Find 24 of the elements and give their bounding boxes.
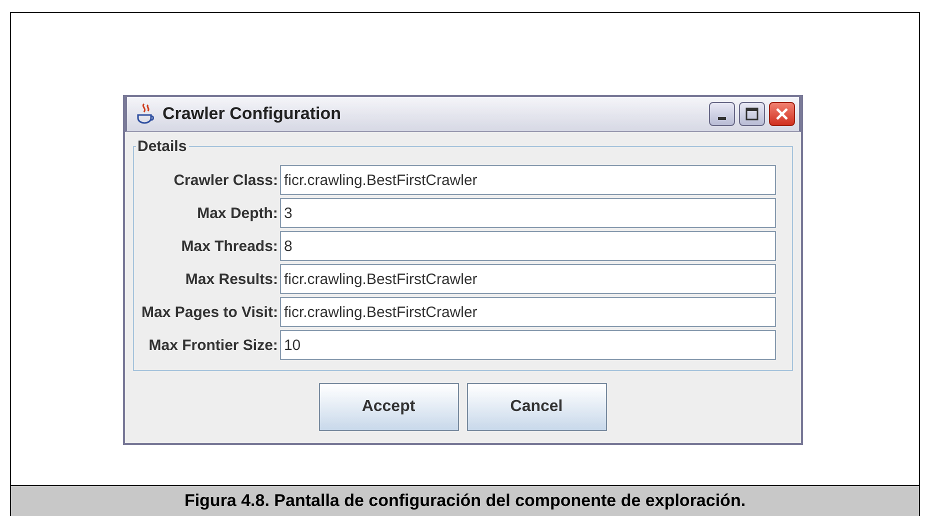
window-title: Crawler Configuration — [162, 104, 342, 124]
input-field[interactable]: ficr.crawling.BestFirstCrawler — [280, 264, 776, 294]
minimize-icon — [718, 117, 726, 120]
cancel-button[interactable]: Cancel — [466, 383, 606, 431]
figure-caption: Figura 4.8. Pantalla de configuración del componente de exploración. — [11, 485, 919, 516]
minimize-button[interactable] — [708, 102, 734, 126]
input-field[interactable]: ficr.crawling.BestFirstCrawler — [280, 297, 776, 327]
input-field[interactable]: 3 — [280, 198, 776, 228]
maximize-icon — [744, 107, 758, 121]
field-label: Max Results: — [184, 270, 278, 288]
field-label: Max Pages to Visit: — [142, 304, 278, 320]
field-label: Max Frontier Size: — [148, 336, 278, 354]
maximize-button[interactable] — [738, 102, 764, 126]
accept-button[interactable]: Accept — [318, 383, 458, 431]
input-field[interactable]: 8 — [280, 231, 776, 261]
close-icon — [774, 107, 788, 121]
coffee-cup-icon — [134, 102, 156, 126]
input-field[interactable]: 10 — [280, 330, 776, 360]
group-title: Details — [136, 138, 188, 155]
input-field[interactable]: ficr.crawling.BestFirstCrawler — [280, 165, 776, 195]
field-label: Max Depth: — [196, 204, 278, 222]
field-label: Crawler Class: — [172, 172, 278, 188]
close-button[interactable] — [768, 102, 794, 126]
field-label: Max Threads: — [180, 238, 278, 254]
